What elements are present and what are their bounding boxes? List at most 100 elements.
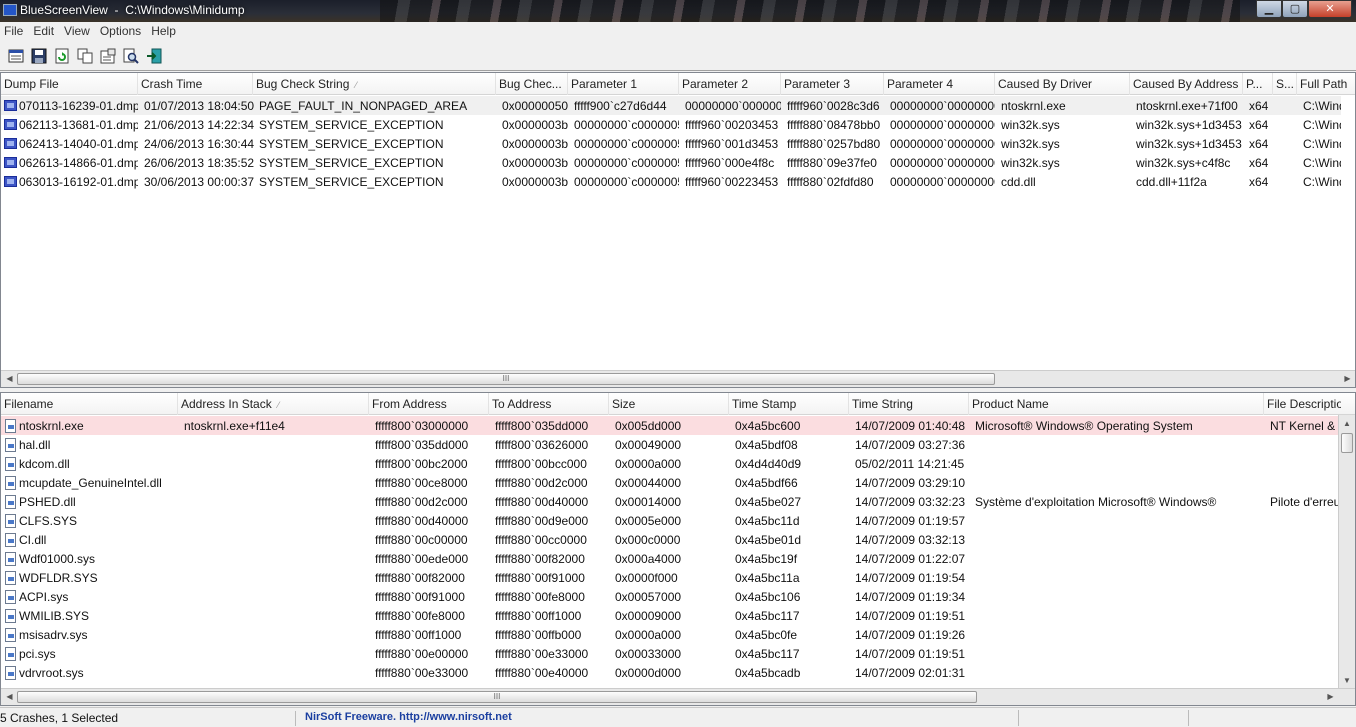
filename-cell: ACPI.sys [1, 587, 178, 606]
to-address-cell: fffff800`035dd000 [495, 419, 589, 433]
refresh-button[interactable] [51, 45, 73, 67]
copy-button[interactable] [74, 45, 96, 67]
module-list-hscrollbar[interactable]: ◀ III ▶ [1, 688, 1355, 705]
size-cell: 0x0000a000 [615, 628, 682, 642]
col-s[interactable]: S... [1273, 73, 1297, 95]
title-bar[interactable]: BlueScreenView - C:\Windows\Minidump ▁ ▢… [0, 0, 1356, 22]
dump-file-icon [4, 157, 17, 168]
dump-row[interactable]: 070113-16239-01.dmp 01/07/2013 18:04:50 … [1, 96, 1341, 115]
sort-indicator-icon: ⁄ [355, 80, 357, 90]
menu-view[interactable]: View [60, 22, 96, 41]
col-parameter-3[interactable]: Parameter 3 [781, 73, 884, 95]
menu-edit[interactable]: Edit [29, 22, 60, 41]
col-crash-time[interactable]: Crash Time [138, 73, 253, 95]
col-bug-check-string[interactable]: Bug Check String ⁄ [253, 73, 496, 95]
time-string-cell: 14/07/2009 01:19:26 [855, 628, 966, 642]
size-cell: 0x0000f000 [615, 571, 678, 585]
scroll-right-arrow-icon[interactable]: ▶ [1339, 371, 1355, 387]
product-name-cell: Microsoft® Windows® Operating System [975, 419, 1193, 433]
bug-check-code-cell: 0x0000003b [502, 175, 569, 189]
find-button[interactable] [120, 45, 142, 67]
module-row[interactable]: hal.dll fffff800`035dd000 fffff800`0362600… [1, 435, 1339, 454]
caused-by-driver-cell: win32k.sys [1001, 137, 1060, 151]
col-file-description[interactable]: File Descriptio [1264, 393, 1341, 415]
scroll-thumb[interactable] [1341, 433, 1353, 453]
time-string-cell: 14/07/2009 02:01:31 [855, 666, 966, 680]
maximize-button[interactable]: ▢ [1282, 0, 1308, 18]
from-address-cell: fffff880`00e33000 [375, 666, 469, 680]
size-cell: 0x00033000 [615, 647, 682, 661]
exit-button[interactable] [143, 45, 165, 67]
dump-file-cell: 070113-16239-01.dmp [1, 96, 138, 115]
col-size[interactable]: Size [609, 393, 729, 415]
col-filename[interactable]: Filename [1, 393, 178, 415]
time-stamp-cell: 0x4a5be027 [735, 495, 802, 509]
filename-cell: WDFLDR.SYS [1, 568, 178, 587]
module-row[interactable]: mcupdate_GenuineIntel.dll fffff880`00ce80… [1, 473, 1339, 492]
module-list[interactable]: Filename Address In Stack ⁄ From Address … [0, 392, 1356, 706]
scroll-up-arrow-icon[interactable]: ▲ [1339, 415, 1355, 432]
module-row[interactable]: pci.sys fffff880`00e00000 fffff880`00e3300… [1, 644, 1339, 663]
col-parameter-1[interactable]: Parameter 1 [568, 73, 679, 95]
module-row[interactable]: ACPI.sys fffff880`00f91000 fffff880`00fe80… [1, 587, 1339, 606]
col-dump-file[interactable]: Dump File [1, 73, 138, 95]
col-parameter-2[interactable]: Parameter 2 [679, 73, 781, 95]
scroll-right-arrow-icon[interactable]: ▶ [1322, 689, 1339, 705]
col-caused-by-driver[interactable]: Caused By Driver [995, 73, 1130, 95]
to-address-cell: fffff880`00d9e000 [495, 514, 589, 528]
product-name-cell [972, 568, 1264, 587]
module-row[interactable]: CLFS.SYS fffff880`00d40000 fffff880`00d9e0… [1, 511, 1339, 530]
module-row[interactable]: msisadrv.sys fffff880`00ff1000 fffff880`00… [1, 625, 1339, 644]
col-parameter-4[interactable]: Parameter 4 [884, 73, 995, 95]
col-bug-check-code[interactable]: Bug Chec... [496, 73, 568, 95]
dump-row[interactable]: 062413-14040-01.dmp 24/06/2013 16:30:44 … [1, 134, 1341, 153]
scroll-thumb[interactable]: III [17, 691, 977, 703]
module-row[interactable]: WDFLDR.SYS fffff880`00f82000 fffff880`00f9… [1, 568, 1339, 587]
dump-row[interactable]: 062613-14866-01.dmp 26/06/2013 18:35:52 … [1, 153, 1341, 172]
size-cell: 0x00014000 [615, 495, 682, 509]
col-caused-by-address[interactable]: Caused By Address [1130, 73, 1243, 95]
dump-row[interactable]: 063013-16192-01.dmp 30/06/2013 00:00:37 … [1, 172, 1341, 191]
menu-bar: File Edit View Options Help [0, 22, 1356, 41]
col-from-address[interactable]: From Address [369, 393, 489, 415]
html-report-button[interactable] [5, 45, 27, 67]
bug-check-code-cell: 0x0000003b [502, 137, 569, 151]
col-time-stamp[interactable]: Time Stamp [729, 393, 849, 415]
scroll-thumb[interactable]: III [17, 373, 995, 385]
scroll-left-arrow-icon[interactable]: ◀ [1, 689, 18, 705]
menu-options[interactable]: Options [96, 22, 147, 41]
minimize-button[interactable]: ▁ [1256, 0, 1282, 18]
parameter-2-cell: fffff960`001d3453 [685, 137, 779, 151]
time-stamp-cell: 0x4a5bcadb [735, 666, 801, 680]
nirsoft-link[interactable]: NirSoft Freeware. http://www.nirsoft.net [305, 711, 512, 723]
module-row[interactable]: ntoskrnl.exe ntoskrnl.exe+f11e4 fffff800`0… [1, 416, 1339, 435]
module-row[interactable]: kdcom.dll fffff800`00bc2000 fffff800`00bcc… [1, 454, 1339, 473]
scroll-left-arrow-icon[interactable]: ◀ [1, 371, 18, 387]
col-to-address[interactable]: To Address [489, 393, 609, 415]
html-report-icon [8, 49, 24, 62]
col-address-in-stack[interactable]: Address In Stack ⁄ [178, 393, 369, 415]
menu-file[interactable]: File [0, 22, 29, 41]
menu-help[interactable]: Help [147, 22, 182, 41]
module-row[interactable]: WMILIB.SYS fffff880`00fe8000 fffff880`00ff… [1, 606, 1339, 625]
module-list-vscrollbar[interactable]: ▲ ▼ [1338, 415, 1355, 689]
col-processor[interactable]: P... [1243, 73, 1273, 95]
save-button[interactable] [28, 45, 50, 67]
close-button[interactable]: ✕ [1308, 0, 1352, 18]
filename-cell: Wdf01000.sys [1, 549, 178, 568]
scroll-down-arrow-icon[interactable]: ▼ [1339, 672, 1355, 689]
address-in-stack-cell [181, 625, 369, 644]
col-product-name[interactable]: Product Name [969, 393, 1264, 415]
module-row[interactable]: vdrvroot.sys fffff880`00e33000 fffff880`00… [1, 663, 1339, 682]
caused-by-address-cell: win32k.sys+1d3453 [1136, 137, 1242, 151]
col-time-string[interactable]: Time String [849, 393, 969, 415]
module-row[interactable]: CI.dll fffff880`00c00000 fffff880`00cc0000… [1, 530, 1339, 549]
module-row[interactable]: PSHED.dll fffff880`00d2c000 fffff880`00d40… [1, 492, 1339, 511]
crash-list-hscrollbar[interactable]: ◀ III ▶ [1, 370, 1355, 387]
module-row[interactable]: Wdf01000.sys fffff880`00ede000 fffff880`00… [1, 549, 1339, 568]
col-full-path[interactable]: Full Path [1297, 73, 1355, 95]
properties-button[interactable] [97, 45, 119, 67]
time-string-cell: 14/07/2009 01:22:07 [855, 552, 966, 566]
dump-row[interactable]: 062113-13681-01.dmp 21/06/2013 14:22:34 … [1, 115, 1341, 134]
crash-dump-list[interactable]: Dump File Crash Time Bug Check String ⁄ B… [0, 72, 1356, 388]
